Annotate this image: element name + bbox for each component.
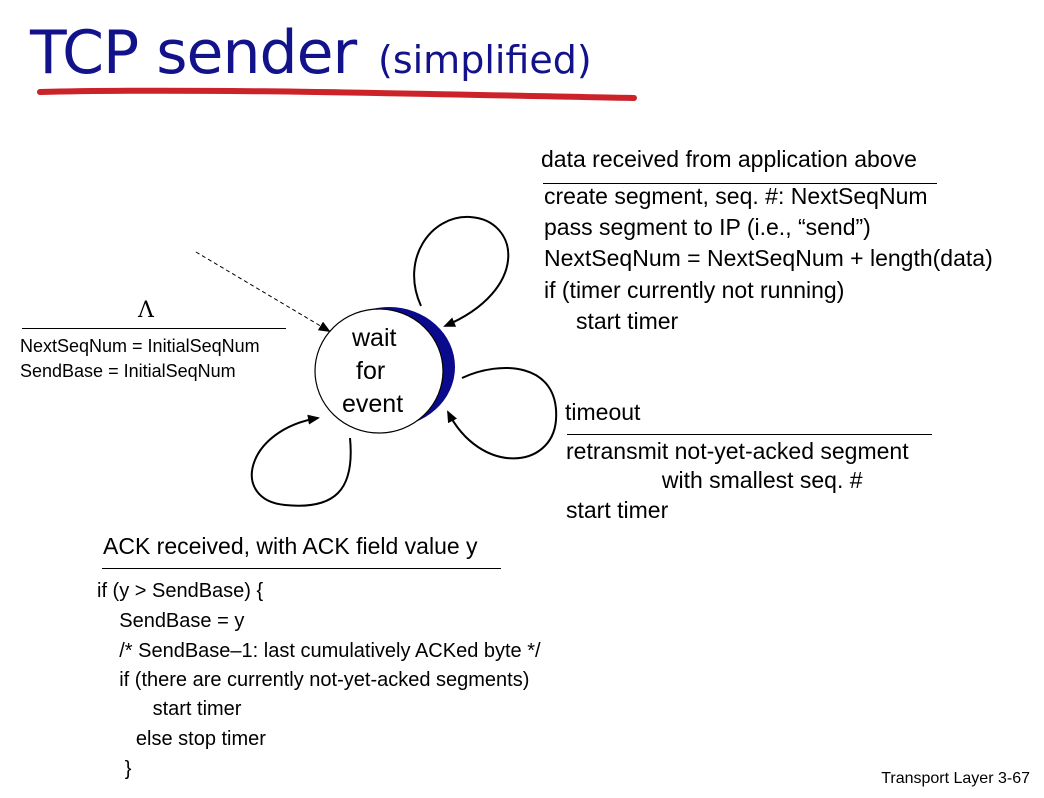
data-event: data received from application above (541, 146, 917, 172)
ack-action-2: SendBase = y (97, 610, 245, 632)
title-underline (37, 87, 637, 101)
page-title: TCP sender (30, 18, 357, 88)
page-subtitle: (simplified) (378, 38, 592, 82)
ack-divider (102, 568, 501, 569)
init-divider (22, 328, 286, 329)
timeout-divider (567, 434, 932, 435)
ack-loop-arrow (250, 414, 352, 507)
timeout-action-3: start timer (566, 497, 669, 523)
init-action-1: NextSeqNum = InitialSeqNum (20, 336, 260, 356)
state-line-event: event (342, 390, 404, 418)
data-action-2: pass segment to IP (i.e., “send”) (544, 214, 871, 240)
ack-action-1: if (y > SendBase) { (97, 580, 264, 602)
timeout-loop-arrow (447, 367, 558, 460)
state-line-wait: wait (352, 324, 397, 352)
ack-action-6: else stop timer (97, 728, 266, 750)
data-loop-arrow (413, 215, 510, 327)
state-line-for: for (356, 357, 386, 385)
data-action-5: start timer (544, 308, 679, 334)
ack-action-3: /* SendBase–1: last cumulatively ACKed b… (97, 640, 541, 662)
ack-action-5: start timer (97, 698, 242, 720)
ack-action-7: } (97, 758, 132, 780)
ack-action-4: if (there are currently not-yet-acked se… (97, 669, 530, 691)
timeout-action-2: with smallest seq. # (566, 467, 863, 493)
slide-footer: Transport Layer 3-67 (881, 770, 1030, 787)
ack-event: ACK received, with ACK field value y (103, 533, 478, 559)
data-action-1: create segment, seq. #: NextSeqNum (544, 183, 928, 209)
state-label: wait for event (318, 322, 434, 421)
timeout-action-1: retransmit not-yet-acked segment (566, 438, 909, 464)
data-action-3: NextSeqNum = NextSeqNum + length(data) (544, 245, 993, 271)
init-event: Λ (138, 298, 154, 323)
data-action-4: if (timer currently not running) (544, 277, 845, 303)
initial-arrow (195, 251, 331, 333)
timeout-event: timeout (565, 399, 641, 425)
init-action-2: SendBase = InitialSeqNum (20, 361, 236, 381)
